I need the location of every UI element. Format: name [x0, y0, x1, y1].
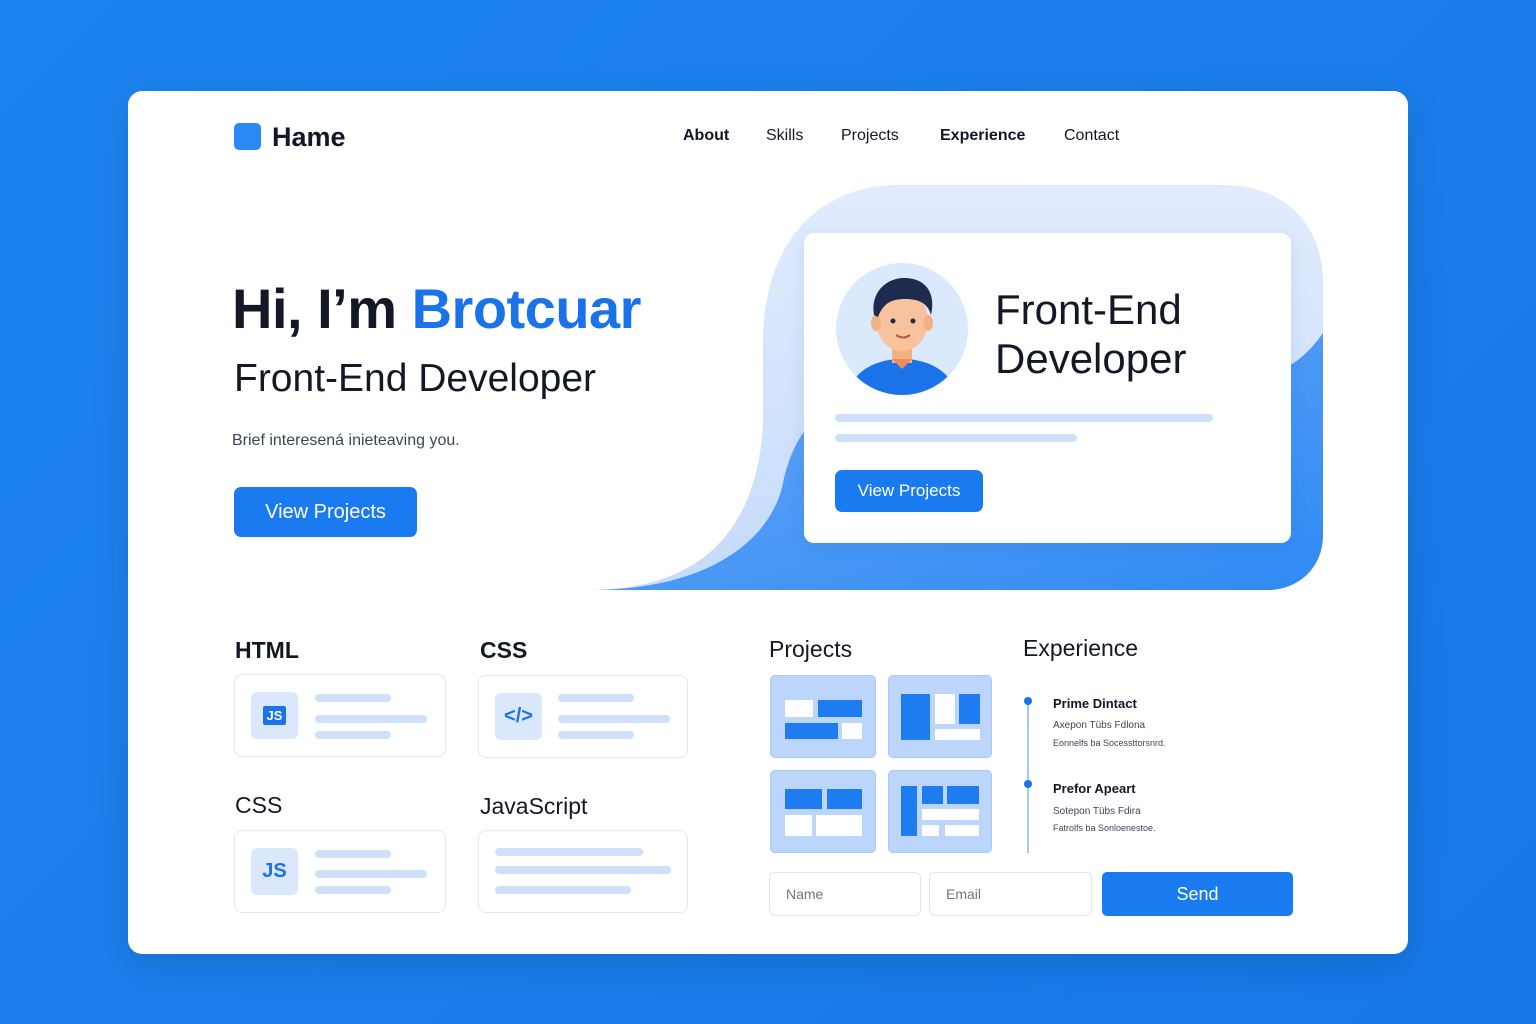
- skill-card-css[interactable]: </>: [478, 675, 688, 758]
- skill-label-css-2: CSS: [235, 792, 283, 818]
- email-input[interactable]: [929, 872, 1092, 916]
- timeline-dot: [1024, 780, 1032, 788]
- project-thumbnail[interactable]: [888, 675, 992, 758]
- text-skeleton: [495, 866, 671, 874]
- text-skeleton: [495, 848, 643, 856]
- timeline-line: [1027, 698, 1029, 853]
- experience-entry-title: Prefor Apeart: [1053, 781, 1136, 796]
- avatar: [836, 263, 968, 395]
- experience-title: Experience: [1023, 635, 1139, 661]
- timeline-dot: [1024, 697, 1032, 705]
- nav-about[interactable]: About: [683, 127, 729, 145]
- hero-subtitle: Front-End Developer: [234, 357, 597, 400]
- skill-card-css-2[interactable]: JS: [234, 830, 446, 913]
- view-projects-button[interactable]: View Projects: [234, 487, 417, 537]
- project-thumbnail[interactable]: [770, 675, 876, 758]
- developer-avatar-icon: [848, 277, 956, 395]
- skill-card-html[interactable]: JS: [234, 674, 446, 757]
- text-skeleton: [315, 850, 391, 858]
- text-skeleton: [495, 886, 631, 894]
- send-button[interactable]: Send: [1102, 872, 1293, 916]
- text-skeleton: [558, 715, 670, 723]
- text-skeleton: [315, 870, 427, 878]
- text-skeleton: [835, 434, 1077, 442]
- logo-icon[interactable]: [234, 123, 261, 150]
- project-thumbnail[interactable]: [888, 770, 992, 853]
- experience-entry-title: Prime Dintact: [1053, 696, 1137, 711]
- text-skeleton: [835, 414, 1213, 422]
- experience-entry-line: Axepon Tübs Fdlona: [1053, 720, 1146, 731]
- js-icon-label: JS: [262, 706, 287, 725]
- profile-card: Front-End Developer View Projects: [804, 233, 1291, 543]
- card-view-projects-button[interactable]: View Projects: [835, 470, 983, 512]
- profile-card-title: Front-End Developer: [995, 286, 1187, 382]
- hero-greeting: Hi, I’m: [232, 277, 412, 340]
- portfolio-window: Hame About Skills Projects Experience Co…: [128, 91, 1408, 954]
- skill-card-javascript[interactable]: [478, 830, 688, 913]
- experience-entry-line: Fatrolfs ba Sonloenestoe.: [1053, 823, 1156, 833]
- text-skeleton: [315, 731, 391, 739]
- experience-entry-line: Sotepon Tübs Fdira: [1053, 806, 1141, 817]
- skill-label-css: CSS: [480, 637, 528, 663]
- text-skeleton: [315, 694, 391, 702]
- code-icon: </>: [495, 693, 542, 740]
- name-input[interactable]: [769, 872, 921, 916]
- nav-projects[interactable]: Projects: [841, 127, 899, 145]
- projects-title: Projects: [769, 636, 853, 662]
- text-skeleton: [558, 694, 634, 702]
- text-skeleton: [558, 731, 634, 739]
- experience-entry-line: Eonnelfs ba Socessttorsnrd.: [1053, 738, 1166, 748]
- skill-label-javascript: JavaScript: [480, 793, 588, 819]
- project-thumbnail[interactable]: [770, 770, 876, 853]
- nav-skills[interactable]: Skills: [766, 127, 803, 145]
- js-icon: JS: [251, 692, 298, 739]
- js-icon: JS: [251, 848, 298, 895]
- hero-brief: Brief interesená inieteaving you.: [232, 432, 460, 449]
- skill-label-html: HTML: [235, 637, 299, 663]
- nav-contact[interactable]: Contact: [1064, 127, 1119, 145]
- text-skeleton: [315, 715, 427, 723]
- nav-experience[interactable]: Experience: [940, 127, 1025, 145]
- brand-name[interactable]: Hame: [272, 122, 346, 153]
- text-skeleton: [315, 886, 391, 894]
